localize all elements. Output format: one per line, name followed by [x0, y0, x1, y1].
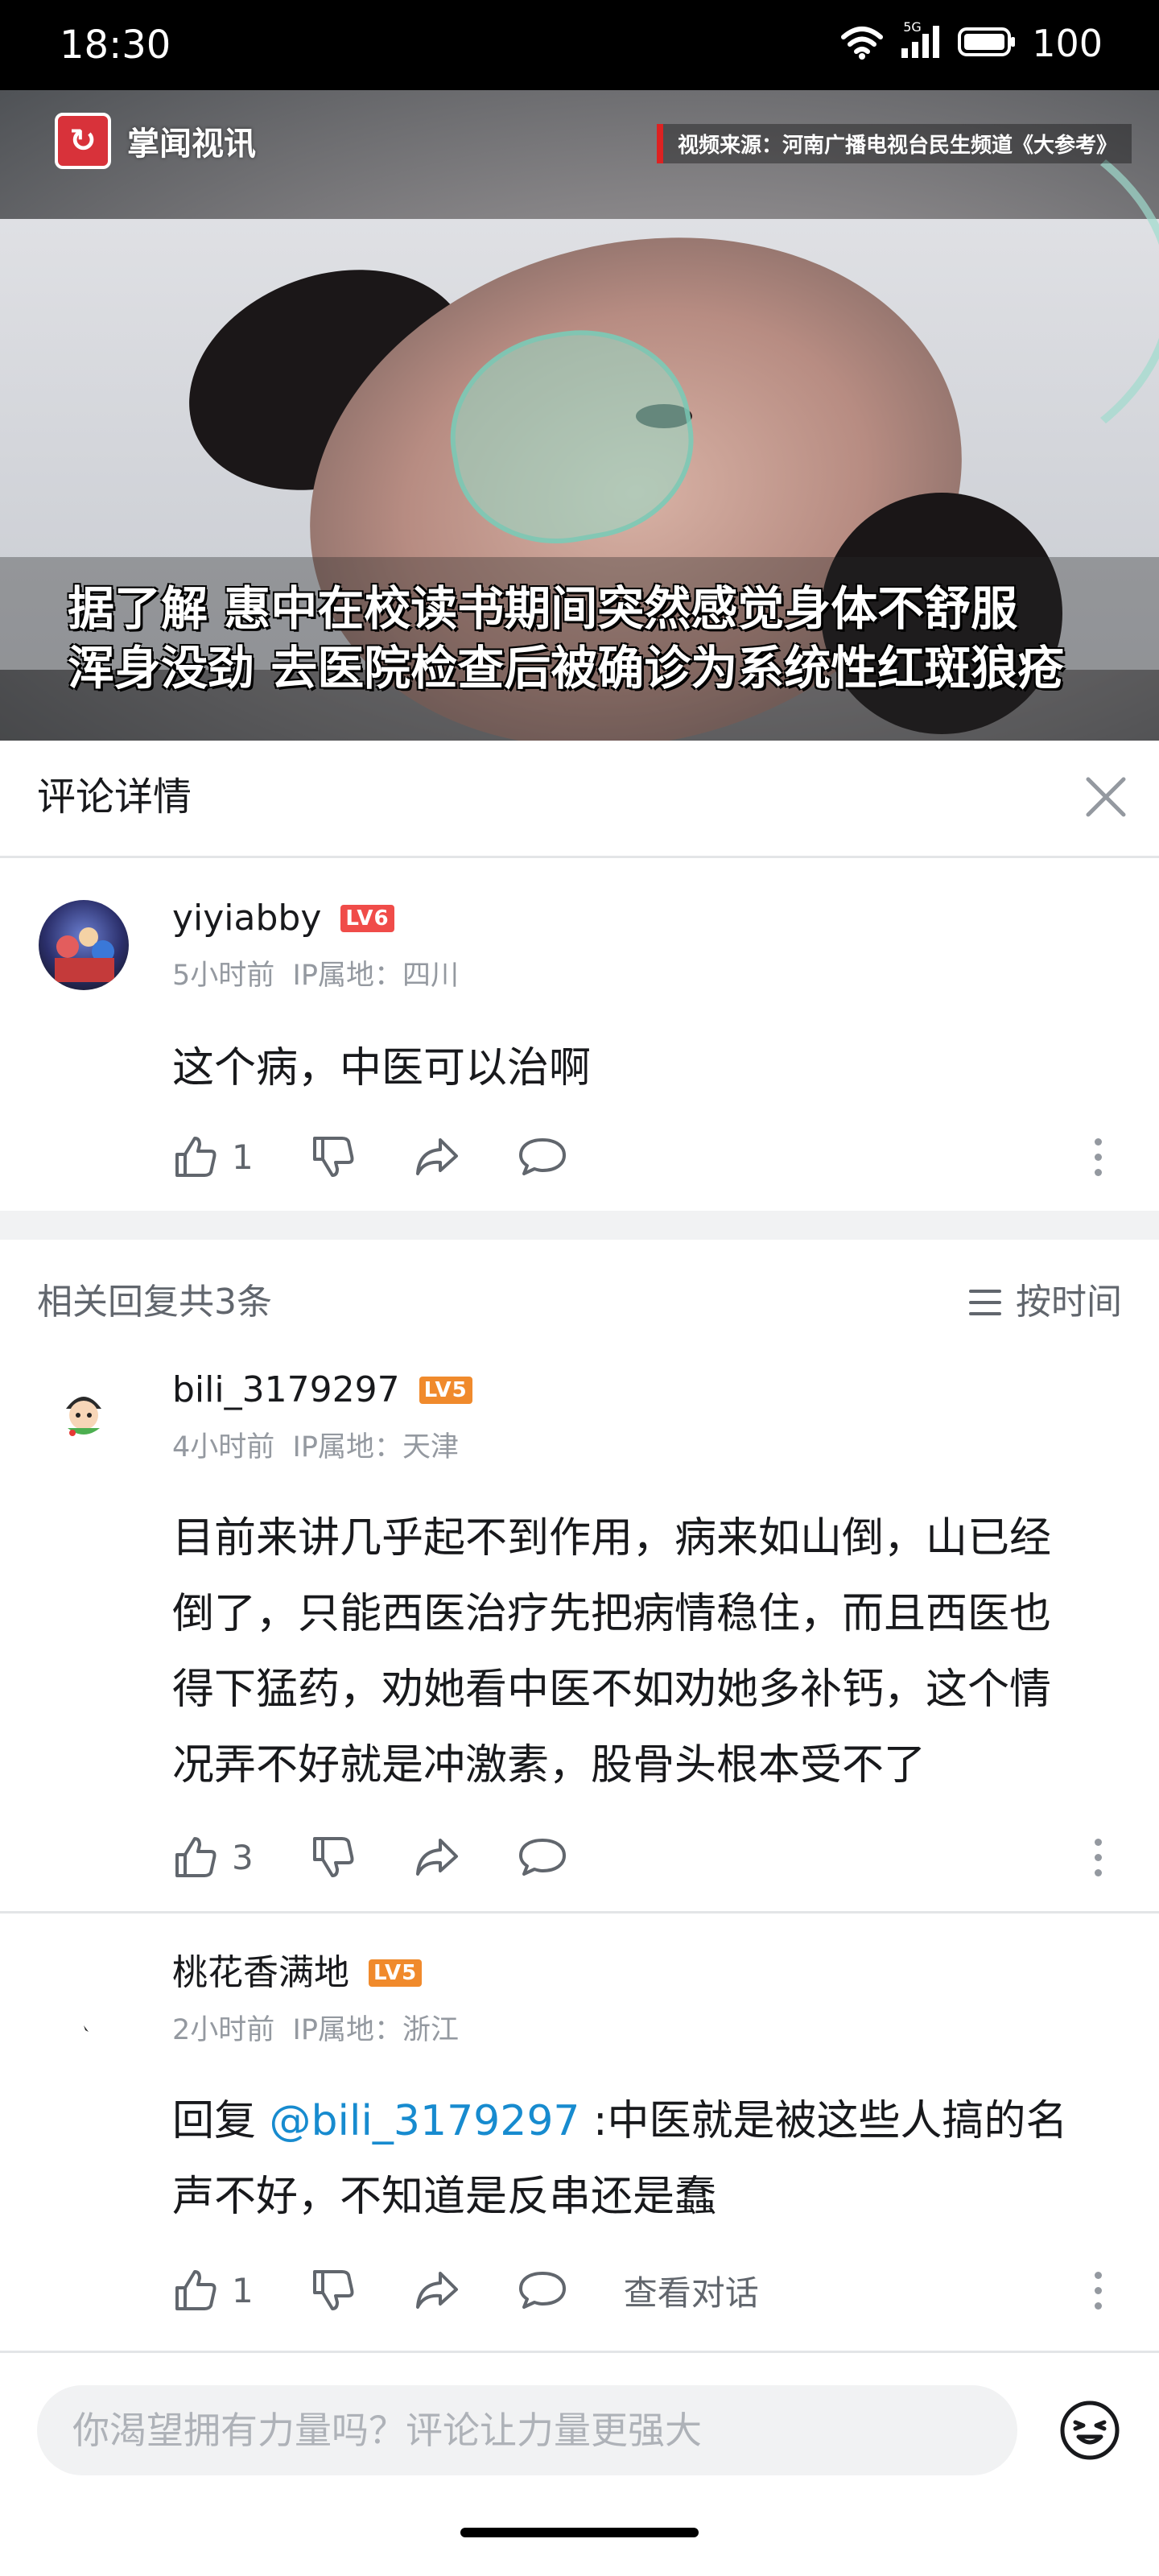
battery-level: 100 [1032, 22, 1103, 65]
share-button[interactable] [413, 1133, 461, 1180]
more-options-icon[interactable] [1082, 2262, 1114, 2318]
more-options-icon[interactable] [1082, 1129, 1114, 1185]
like-button[interactable]: 1 [172, 1133, 254, 1180]
status-time: 18:30 [60, 23, 171, 68]
like-count: 1 [232, 2270, 254, 2310]
comment-author[interactable]: yiyiabby LV6 [172, 897, 394, 940]
thumbs-down-icon [312, 1137, 354, 1177]
status-icons: 5G 100 [840, 19, 1103, 65]
share-button[interactable] [413, 1834, 461, 1880]
logo-text: 掌闻视讯 [127, 126, 256, 163]
comment-text: 这个病，中医可以治啊 [172, 1044, 592, 1092]
close-icon [1086, 777, 1126, 817]
like-button[interactable]: 1 [172, 2267, 254, 2314]
reply-time: 4小时前 [172, 1431, 275, 1463]
comment-bubble-icon [518, 1138, 566, 1175]
video-watermark-logo: ↻ 掌闻视讯 [55, 113, 256, 169]
comment-actions: 1 [172, 1129, 624, 1185]
video-subtitle-line2: 浑身没劲 去医院检查后被确诊为系统性红斑狼疮 [68, 641, 1065, 696]
replies-header: 相关回复共3条 按时间 [0, 1240, 1159, 1368]
reply-author[interactable]: bili_3179297 LV5 [172, 1368, 472, 1412]
list-icon [969, 1290, 1001, 1315]
close-button[interactable] [1074, 765, 1138, 829]
reply-meta: 2小时前 IP属地：浙江 [172, 2013, 459, 2048]
thumbs-up-icon [175, 1137, 217, 1177]
status-bar: 18:30 5G 100 [0, 0, 1159, 90]
video-subtitle-line1: 据了解 惠中在校读书期间突然感觉身体不舒服 [68, 581, 1018, 636]
avatar[interactable] [39, 1980, 129, 2070]
sort-by-time-button[interactable]: 按时间 [967, 1280, 1122, 1325]
signal-icon: 5G [898, 19, 943, 63]
comment-ip: IP属地：四川 [292, 960, 459, 992]
reply-actions: 3 [172, 1829, 624, 1885]
reply-time: 2小时前 [172, 2014, 275, 2046]
view-conversation-link[interactable]: 查看对话 [624, 2266, 759, 2315]
like-count: 3 [232, 1837, 254, 1877]
share-icon [415, 1839, 458, 1876]
comment-input[interactable] [37, 2385, 1017, 2475]
video-player[interactable]: ↻ 掌闻视讯 视频来源：河南广播电视台民生频道《大参考》 据了解 惠中在校读书期… [0, 90, 1159, 741]
row-divider [0, 1911, 1159, 1913]
logo-icon: ↻ [55, 113, 111, 169]
username[interactable]: bili_3179297 [172, 1368, 400, 1412]
reply-ip: IP属地：天津 [292, 1431, 459, 1463]
battery-icon [958, 26, 1017, 61]
reply-text: 回复 @bili_3179297 :中医就是被这些人搞的名 声不好，不知道是反串… [172, 2097, 1068, 2221]
reply-ip: IP属地：浙江 [292, 2014, 459, 2046]
more-options-icon[interactable] [1082, 1829, 1114, 1885]
avatar[interactable] [39, 900, 129, 990]
reply-button[interactable] [518, 1133, 567, 1180]
reply-actions: 1 查看对话 [172, 2262, 759, 2318]
home-indicator[interactable] [460, 2528, 699, 2537]
emoji-icon [1060, 2401, 1120, 2460]
username[interactable]: 桃花香满地 [172, 1951, 349, 1995]
level-badge: LV6 [340, 905, 394, 932]
avatar[interactable] [39, 1368, 129, 1459]
video-source-label: 视频来源：河南广播电视台民生频道《大参考》 [656, 124, 1132, 163]
dislike-button[interactable] [310, 1834, 357, 1880]
reply-count: 相关回复共3条 [37, 1282, 272, 1323]
share-button[interactable] [413, 2267, 461, 2314]
wifi-icon [840, 24, 884, 63]
dislike-button[interactable] [310, 1133, 357, 1180]
thumbs-up-icon [175, 2270, 217, 2310]
reply-meta: 4小时前 IP属地：天津 [172, 1430, 459, 1465]
like-count: 1 [232, 1137, 254, 1177]
level-badge: LV5 [419, 1377, 472, 1404]
reply-text: 目前来讲几乎起不到作用，病来如山倒，山已经 倒了，只能西医治疗先把病情稳住，而且… [172, 1514, 1052, 1790]
comment-detail-header: 评论详情 [0, 741, 1159, 858]
sort-label: 按时间 [1016, 1282, 1122, 1323]
comment-bubble-icon [518, 1839, 566, 1876]
mention-link[interactable]: @bili_3179297 [270, 2097, 580, 2145]
dislike-button[interactable] [310, 2267, 357, 2314]
comment-meta: 5小时前 IP属地：四川 [172, 958, 459, 993]
page-title: 评论详情 [37, 774, 192, 819]
comment-bubble-icon [518, 2272, 566, 2309]
thumbs-up-icon [175, 1837, 217, 1877]
emoji-button[interactable] [1058, 2398, 1122, 2462]
comment-time: 5小时前 [172, 960, 275, 992]
share-icon [415, 1138, 458, 1175]
username[interactable]: yiyiabby [172, 897, 321, 940]
share-icon [415, 2272, 458, 2309]
thumbs-down-icon [312, 2270, 354, 2310]
level-badge: LV5 [369, 1959, 423, 1987]
section-divider [0, 1211, 1159, 1240]
like-button[interactable]: 3 [172, 1834, 254, 1880]
reply-button[interactable] [518, 1834, 567, 1880]
comment-input-bar [0, 2351, 1159, 2512]
thumbs-down-icon [312, 1837, 354, 1877]
reply-button[interactable] [518, 2267, 567, 2314]
reply-author[interactable]: 桃花香满地 LV5 [172, 1951, 423, 1995]
